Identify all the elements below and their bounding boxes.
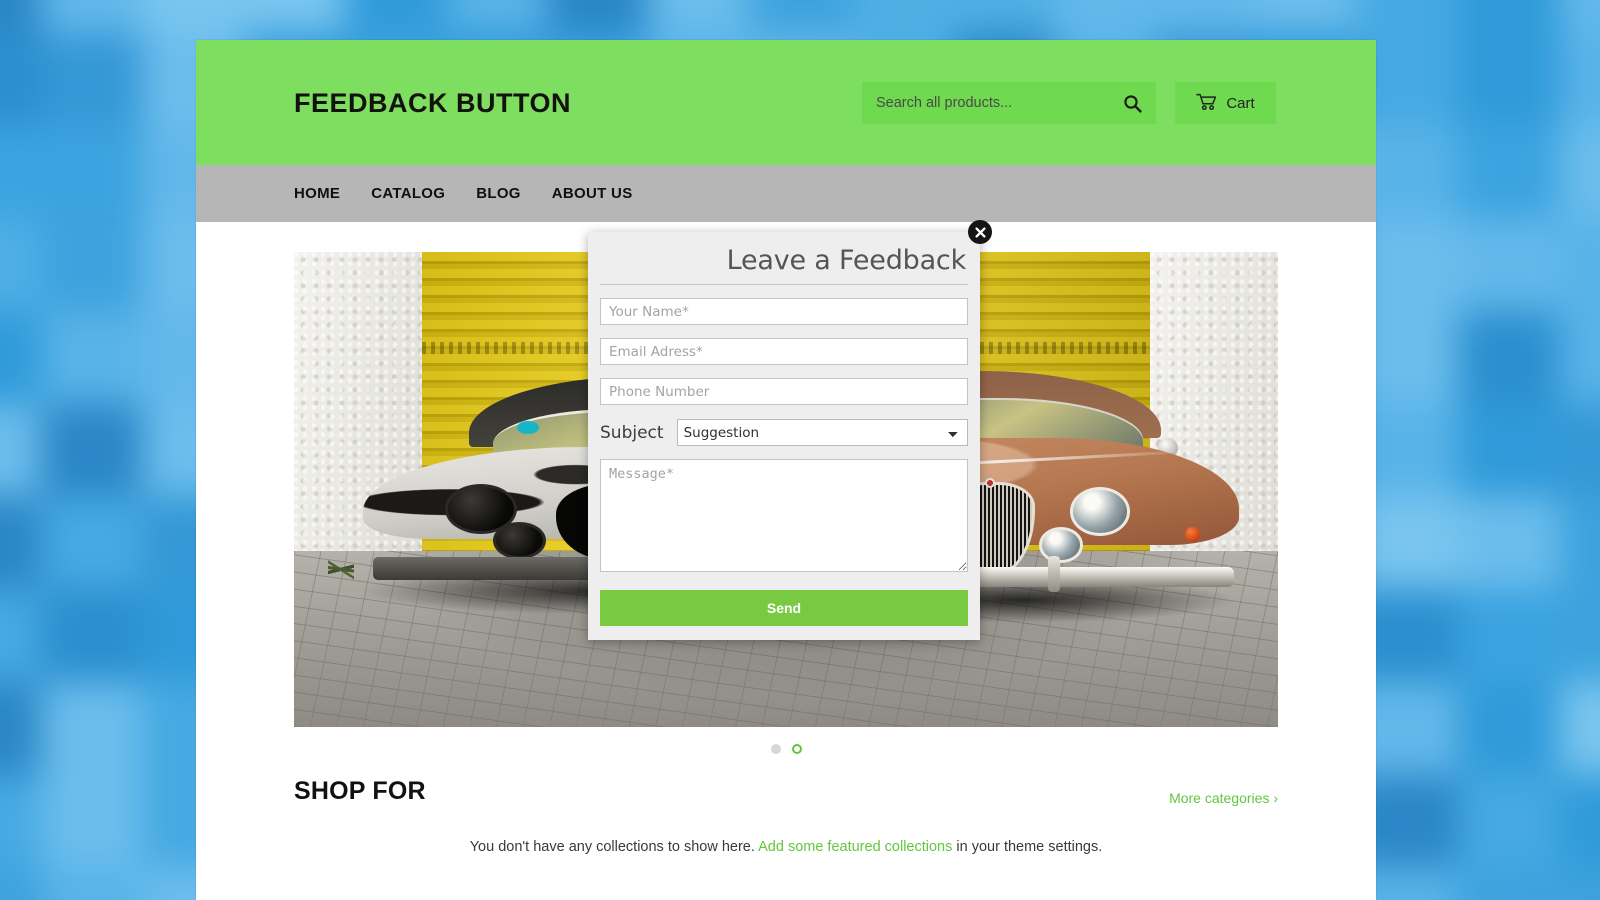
feedback-modal-title: Leave a Feedback [600, 232, 968, 285]
slide-dot-2[interactable] [791, 744, 802, 754]
slideshow-pagination [196, 727, 1376, 771]
weed-plant [328, 538, 355, 599]
subject-label: Subject [600, 422, 664, 443]
nav-item-catalog[interactable]: CATALOG [371, 185, 445, 202]
add-featured-collections-link[interactable]: Add some featured collections [758, 839, 952, 855]
search-input[interactable] [862, 82, 1156, 124]
search-bar [862, 82, 1156, 124]
close-icon[interactable] [968, 220, 992, 244]
reflector-light [1184, 527, 1200, 543]
name-field[interactable] [600, 298, 968, 325]
search-icon[interactable] [1114, 82, 1150, 124]
send-button[interactable]: Send [600, 590, 968, 626]
more-categories-link[interactable]: More categories › [1169, 790, 1278, 806]
subject-row: Subject Suggestion [600, 419, 968, 446]
nav-item-home[interactable]: HOME [294, 185, 340, 202]
slide-dot-1[interactable] [770, 744, 781, 754]
feedback-modal: Leave a Feedback Subject Suggestion Send [588, 220, 992, 640]
empty-collections-note: You don't have any collections to show h… [294, 839, 1278, 855]
nav-item-blog[interactable]: BLOG [476, 185, 521, 202]
main-navigation: HOME CATALOG BLOG ABOUT US [196, 165, 1376, 222]
nav-item-about-us[interactable]: ABOUT US [552, 185, 633, 202]
empty-note-after: in your theme settings. [952, 839, 1103, 855]
phone-field[interactable] [600, 378, 968, 405]
cart-label: Cart [1226, 94, 1255, 112]
page-title: FEEDBACK BUTTON [294, 88, 571, 118]
email-field[interactable] [600, 338, 968, 365]
shop-section-title: SHOP FOR [294, 777, 426, 805]
message-field[interactable] [600, 459, 968, 572]
site-header: FEEDBACK BUTTON Cart [196, 40, 1376, 165]
empty-note-before: You don't have any collections to show h… [469, 839, 759, 855]
shopping-cart-icon [1196, 93, 1218, 114]
subject-select[interactable]: Suggestion [676, 419, 968, 446]
cart-button[interactable]: Cart [1175, 82, 1276, 124]
shop-section-header: SHOP FOR More categories › [294, 777, 1278, 806]
